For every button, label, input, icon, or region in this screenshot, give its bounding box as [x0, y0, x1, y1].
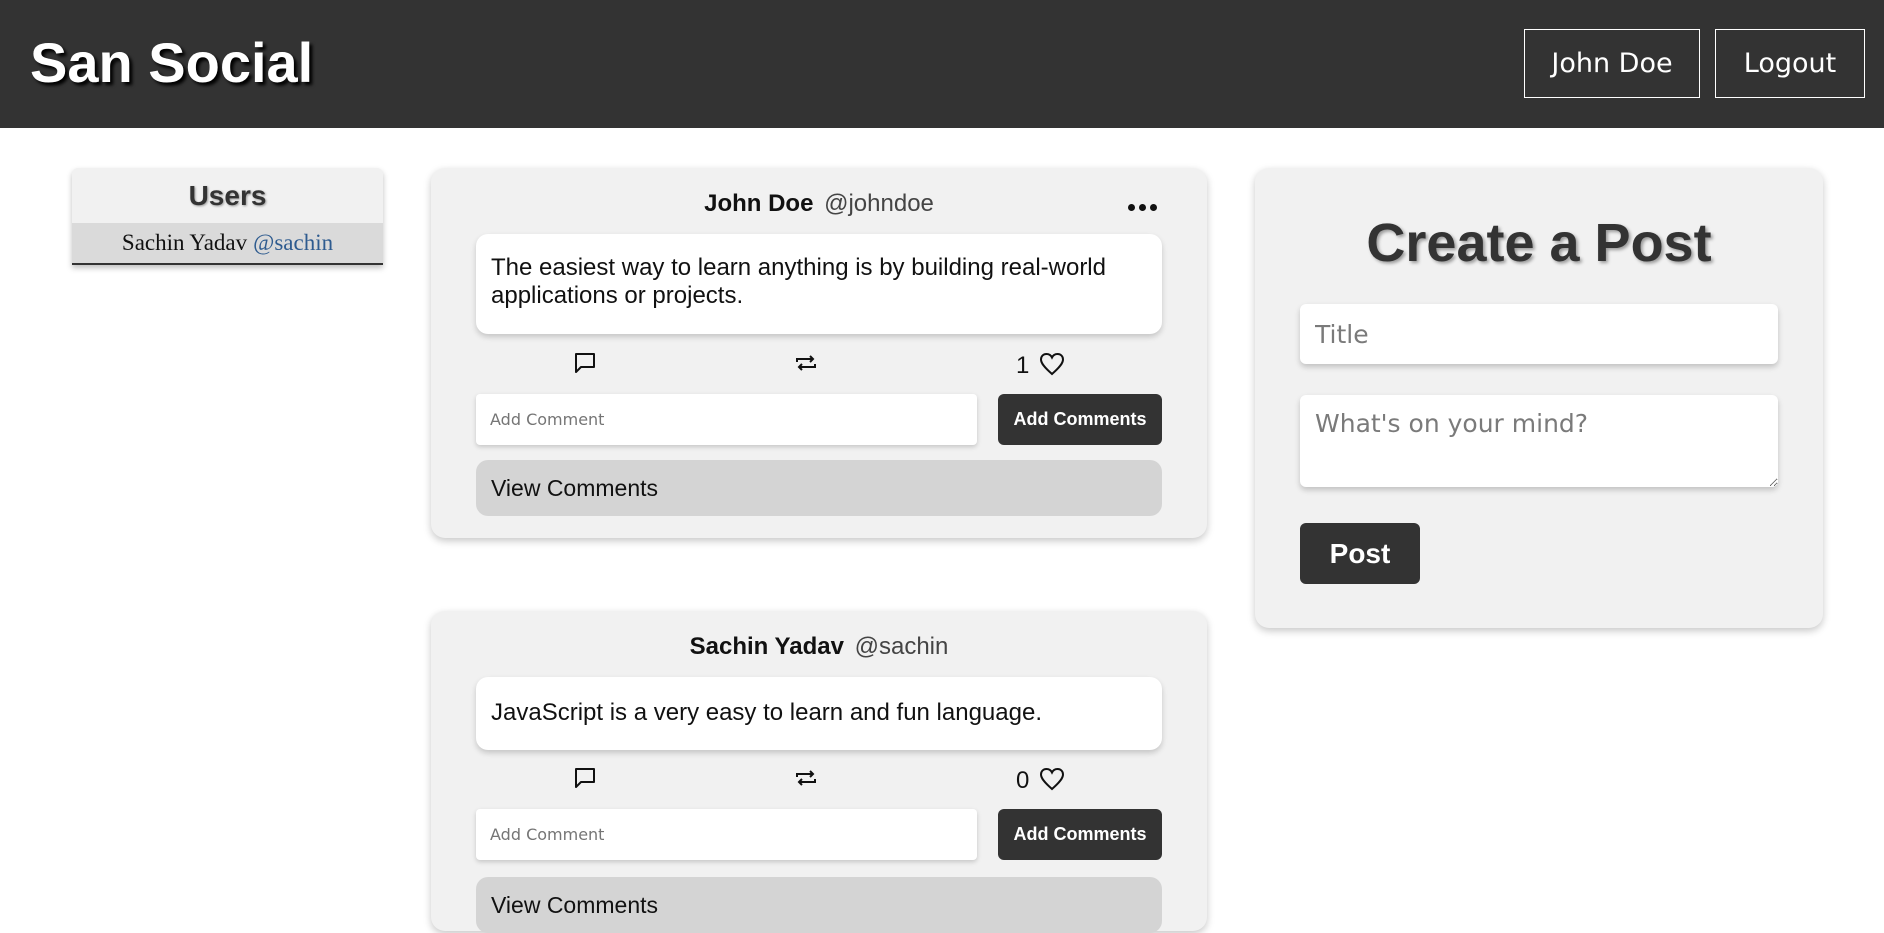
users-panel-title: Users	[188, 179, 267, 211]
post-body: The easiest way to learn anything is by …	[476, 234, 1162, 334]
brand-logo[interactable]: San Social	[30, 30, 313, 95]
comment-input[interactable]	[476, 394, 977, 445]
post-body: JavaScript is a very easy to learn and f…	[476, 677, 1162, 750]
add-comment-button[interactable]: Add Comments	[998, 809, 1162, 860]
logout-button[interactable]: Logout	[1715, 29, 1865, 98]
post-author-line: John Doe @johndoe	[431, 190, 1207, 218]
post-author-name[interactable]: John Doe	[704, 190, 813, 217]
repost-icon[interactable]	[794, 352, 818, 374]
view-comments-button[interactable]: View Comments	[476, 460, 1162, 516]
view-comments-button[interactable]: View Comments	[476, 877, 1162, 933]
post-author-handle[interactable]: @johndoe	[824, 190, 934, 217]
post-actions: 1	[476, 348, 1162, 382]
user-list-item[interactable]: Sachin Yadav @sachin	[72, 223, 383, 265]
post-button[interactable]: Post	[1300, 523, 1420, 584]
user-name: Sachin Yadav	[121, 230, 248, 255]
like-count: 0	[1016, 767, 1030, 794]
repost-icon[interactable]	[794, 767, 818, 789]
post-card: Sachin Yadav @sachin JavaScript is a ver…	[431, 611, 1207, 933]
comment-icon[interactable]	[574, 352, 596, 374]
post-author-name[interactable]: Sachin Yadav	[690, 633, 844, 660]
comment-input[interactable]	[476, 809, 977, 860]
post-actions: 0	[476, 763, 1162, 797]
heart-icon[interactable]	[1038, 350, 1066, 378]
add-comment-button[interactable]: Add Comments	[998, 394, 1162, 445]
post-card: John Doe @johndoe The easiest way to lea…	[431, 168, 1207, 538]
more-icon[interactable]	[1128, 204, 1157, 211]
create-post-panel: Create a Post Post	[1255, 168, 1823, 628]
comment-icon[interactable]	[574, 767, 596, 789]
users-panel: Users Sachin Yadav @sachin	[72, 168, 383, 265]
post-author-handle[interactable]: @sachin	[855, 633, 949, 660]
top-navbar: San Social John Doe Logout	[0, 0, 1884, 128]
create-post-title: Create a Post	[1366, 213, 1712, 273]
like-count: 1	[1016, 352, 1030, 379]
user-handle[interactable]: @sachin	[253, 230, 333, 256]
post-author-line: Sachin Yadav @sachin	[431, 633, 1207, 661]
heart-icon[interactable]	[1038, 765, 1066, 793]
profile-button[interactable]: John Doe	[1524, 29, 1700, 98]
post-body-input[interactable]	[1300, 395, 1778, 487]
post-title-input[interactable]	[1300, 304, 1778, 364]
